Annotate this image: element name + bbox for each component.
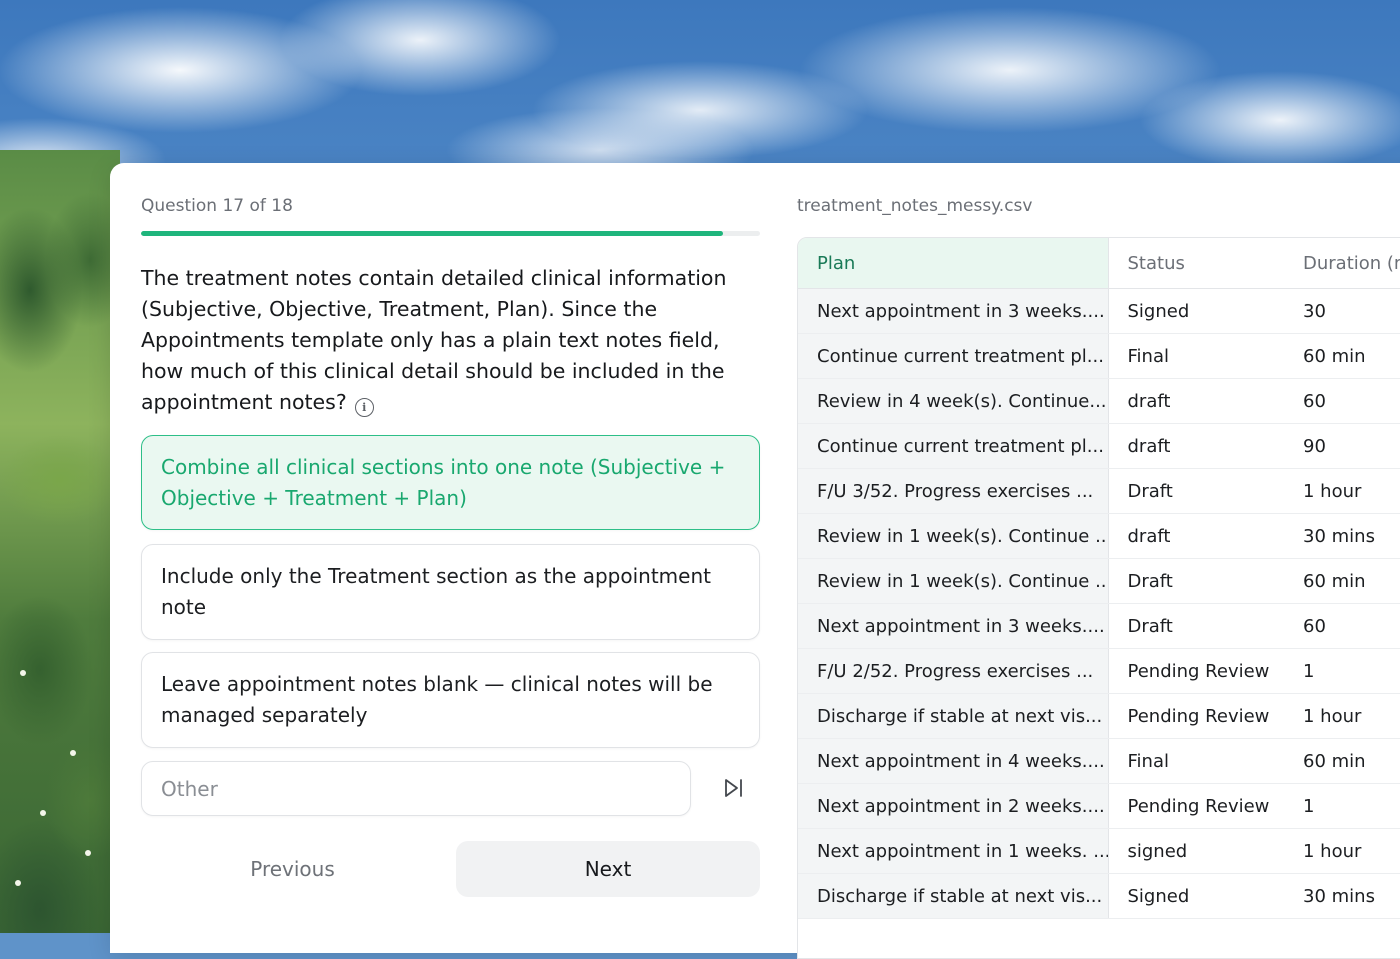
cell-duration: 60 — [1284, 378, 1400, 424]
column-header-plan[interactable]: Plan — [798, 238, 1109, 289]
table-row: Next appointment in 3 weeks.... Signed 30 — [798, 288, 1400, 334]
cell-duration: 60 min — [1284, 558, 1400, 604]
table-row: Review in 1 week(s). Continue ... Draft 60… — [798, 558, 1400, 604]
cell-plan: Discharge if stable at next vis... — [798, 693, 1109, 739]
option-label: Combine all clinical sections into one n… — [161, 455, 726, 510]
cell-duration: 60 — [1284, 603, 1400, 649]
cell-status: Pending Review — [1108, 783, 1284, 829]
cell-status: draft — [1108, 513, 1284, 559]
cell-plan: Continue current treatment pl... — [798, 423, 1109, 469]
option-combine-all[interactable]: Combine all clinical sections into one n… — [141, 435, 760, 530]
cell-status: Final — [1108, 738, 1284, 784]
cell-plan: Review in 4 week(s). Continue... — [798, 378, 1109, 424]
question-text: The treatment notes contain detailed cli… — [141, 263, 741, 418]
table-row: Continue current treatment pl... Final 60 … — [798, 333, 1400, 379]
table-row: Review in 4 week(s). Continue... draft 60 — [798, 378, 1400, 424]
table-row: Next appointment in 2 weeks.... Pending R… — [798, 783, 1400, 829]
table-row: Review in 1 week(s). Continue ... draft 30… — [798, 513, 1400, 559]
cell-plan: Discharge if stable at next vis... — [798, 873, 1109, 919]
cell-plan: Next appointment in 2 weeks.... — [798, 783, 1109, 829]
cell-duration: 90 — [1284, 423, 1400, 469]
cell-plan: Next appointment in 3 weeks.... — [798, 603, 1109, 649]
column-header-duration[interactable]: Duration (m — [1284, 238, 1400, 289]
cell-duration: 60 min — [1284, 333, 1400, 379]
cell-duration: 30 mins — [1284, 873, 1400, 919]
option-label: Include only the Treatment section as th… — [161, 564, 711, 619]
cell-status: signed — [1108, 828, 1284, 874]
forest-landscape — [0, 150, 120, 933]
cell-plan: Next appointment in 4 weeks.... — [798, 738, 1109, 784]
cell-duration: 1 hour — [1284, 468, 1400, 514]
progress-bar — [141, 231, 760, 236]
table-row: Next appointment in 1 weeks. ... signed 1 … — [798, 828, 1400, 874]
cell-duration: 30 mins — [1284, 513, 1400, 559]
cell-plan: Next appointment in 1 weeks. ... — [798, 828, 1109, 874]
cell-plan: Next appointment in 3 weeks.... — [798, 288, 1109, 334]
cell-status: draft — [1108, 423, 1284, 469]
cell-status: Signed — [1108, 873, 1284, 919]
cell-status: Draft — [1108, 603, 1284, 649]
cell-duration: 30 — [1284, 288, 1400, 334]
table-row: F/U 2/52. Progress exercises ... Pending … — [798, 648, 1400, 694]
question-body: The treatment notes contain detailed cli… — [141, 266, 727, 414]
table-row: F/U 3/52. Progress exercises ... Draft 1 h… — [798, 468, 1400, 514]
other-input[interactable] — [141, 761, 691, 816]
previous-button[interactable]: Previous — [141, 841, 444, 897]
option-leave-blank[interactable]: Leave appointment notes blank — clinical… — [141, 652, 760, 748]
cell-duration: 1 hour — [1284, 693, 1400, 739]
cell-duration: 60 min — [1284, 738, 1400, 784]
table-row: Next appointment in 3 weeks.... Draft 60 — [798, 603, 1400, 649]
cell-status: Pending Review — [1108, 648, 1284, 694]
cell-duration: 1 — [1284, 648, 1400, 694]
csv-table-container[interactable]: Plan Status Duration (m Next appointment… — [797, 237, 1400, 959]
option-label: Leave appointment notes blank — clinical… — [161, 672, 713, 727]
cell-status: Pending Review — [1108, 693, 1284, 739]
cell-plan: Review in 1 week(s). Continue ... — [798, 513, 1109, 559]
cell-duration: 1 hour — [1284, 828, 1400, 874]
cell-plan: Continue current treatment pl... — [798, 333, 1109, 379]
table-row: Discharge if stable at next vis... Pendin… — [798, 693, 1400, 739]
csv-table: Plan Status Duration (m Next appointment… — [798, 238, 1400, 919]
cell-status: Draft — [1108, 558, 1284, 604]
progress-fill — [141, 231, 723, 236]
cell-plan: F/U 3/52. Progress exercises ... — [798, 468, 1109, 514]
cell-plan: Review in 1 week(s). Continue ... — [798, 558, 1109, 604]
table-header-row: Plan Status Duration (m — [798, 238, 1400, 289]
cell-status: Final — [1108, 333, 1284, 379]
skip-forward-icon[interactable] — [718, 773, 748, 803]
question-counter: Question 17 of 18 — [141, 196, 293, 216]
table-row: Next appointment in 4 weeks.... Final 60 m… — [798, 738, 1400, 784]
table-row: Discharge if stable at next vis... Signed… — [798, 873, 1400, 919]
table-row: Continue current treatment pl... draft 90 — [798, 423, 1400, 469]
cell-status: Signed — [1108, 288, 1284, 334]
cell-status: draft — [1108, 378, 1284, 424]
file-name: treatment_notes_messy.csv — [797, 196, 1033, 216]
question-panel: Question 17 of 18 The treatment notes co… — [110, 163, 1400, 959]
option-treatment-only[interactable]: Include only the Treatment section as th… — [141, 544, 760, 640]
next-button[interactable]: Next — [456, 841, 760, 897]
cell-plan: F/U 2/52. Progress exercises ... — [798, 648, 1109, 694]
cell-duration: 1 — [1284, 783, 1400, 829]
cell-status: Draft — [1108, 468, 1284, 514]
column-header-status[interactable]: Status — [1108, 238, 1284, 289]
info-icon[interactable]: i — [354, 398, 374, 417]
